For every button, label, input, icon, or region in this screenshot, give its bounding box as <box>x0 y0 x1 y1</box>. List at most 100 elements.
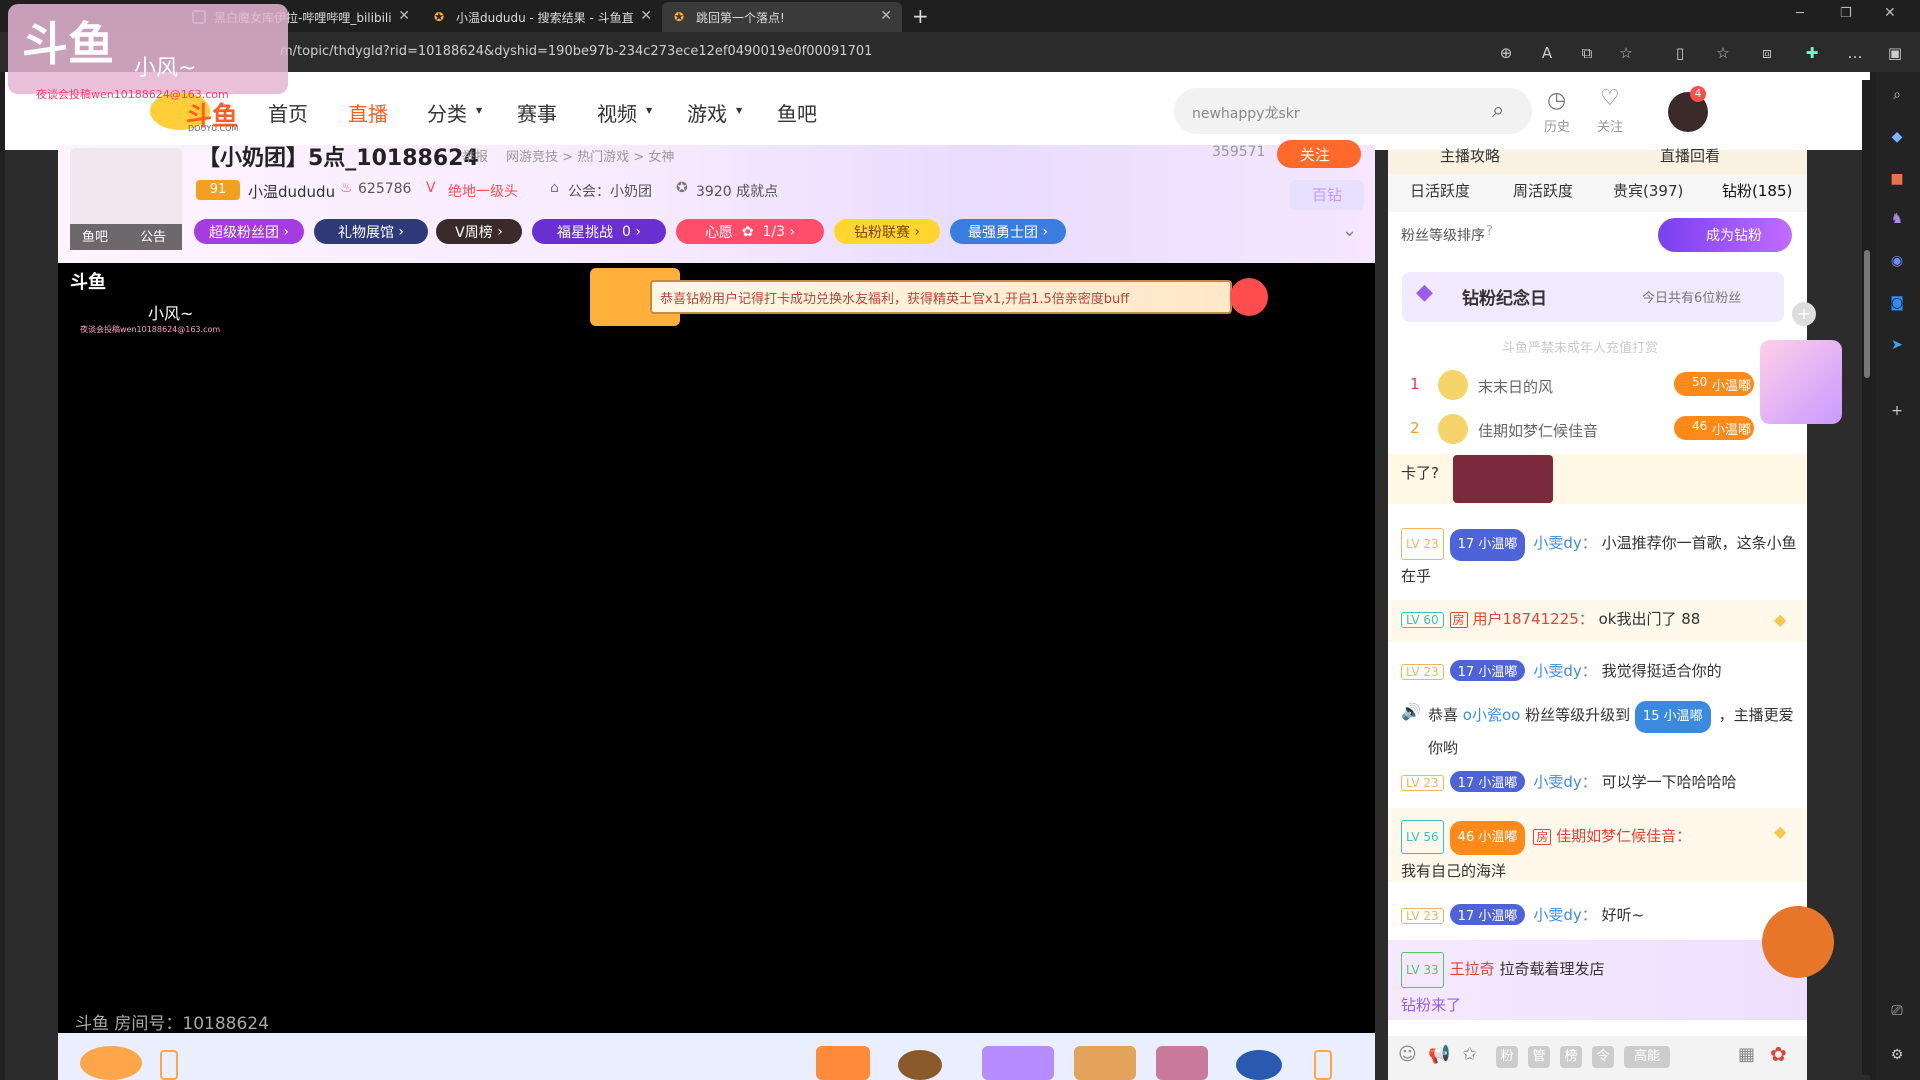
browser-tab[interactable]: ✪ 小温dududu - 搜索结果 - 斗鱼直 ✕ <box>422 2 662 32</box>
settings-icon[interactable]: ⚙ <box>1886 1044 1908 1066</box>
gift-item[interactable] <box>898 1050 942 1080</box>
screenshot-icon[interactable]: ⎚ <box>1886 1000 1908 1022</box>
battle-stats-icon[interactable] <box>1762 906 1834 978</box>
baizuan-badge[interactable]: 百钻 <box>1290 180 1364 210</box>
gift-scroll-left[interactable] <box>160 1050 178 1080</box>
collections-icon[interactable]: ⧈ <box>1758 44 1776 62</box>
fan-toolbar-button[interactable]: 粉 <box>1496 1046 1518 1068</box>
search-icon[interactable]: ⌕ <box>1492 98 1504 123</box>
restore-button[interactable]: ❐ <box>1840 6 1852 21</box>
rank-avatar[interactable] <box>1438 370 1468 400</box>
tab-weekly[interactable]: 周活跃度 <box>1513 180 1573 201</box>
translate-icon[interactable]: ⧉ <box>1578 44 1596 62</box>
report-link[interactable]: 举报 <box>462 146 488 165</box>
add-icon[interactable]: + <box>1792 302 1816 326</box>
close-icon[interactable]: ✕ <box>880 8 892 24</box>
nav-games[interactable]: 游戏 <box>687 98 727 127</box>
nav-category[interactable]: 分类 <box>427 98 467 127</box>
page-scrollbar-thumb[interactable] <box>1864 250 1870 378</box>
gift-icon[interactable] <box>80 1046 142 1080</box>
avatar-yuba-link[interactable]: 鱼吧 <box>82 226 108 245</box>
room-tags[interactable]: 网游竞技 > 热门游戏 > 女神 <box>506 146 674 165</box>
fan-sort-label[interactable]: 粉丝等级排序 <box>1401 225 1485 245</box>
emoji-icon[interactable]: ☺ <box>1398 1044 1417 1065</box>
add-icon[interactable]: + <box>1886 400 1908 422</box>
rank-toolbar-button[interactable]: 榜 <box>1560 1046 1582 1068</box>
high-energy-button[interactable]: 高能 <box>1624 1046 1670 1068</box>
new-tab-button[interactable]: + <box>912 4 929 28</box>
guild-label[interactable]: 公会：小奶团 <box>568 181 652 201</box>
follow-label[interactable]: 关注 <box>1597 116 1623 135</box>
chat-username[interactable]: 王拉奇 <box>1450 960 1495 978</box>
history-icon[interactable]: ◷ <box>1547 88 1566 113</box>
tab-diamond-fans[interactable]: 钻粉(185) <box>1722 180 1792 201</box>
close-icon[interactable]: ✕ <box>398 8 410 24</box>
badge-icon[interactable]: ✩ <box>1462 1044 1477 1065</box>
nav-live[interactable]: 直播 <box>348 98 388 127</box>
nav-yuba[interactable]: 鱼吧 <box>777 98 817 127</box>
favorites-icon[interactable]: ☆ <box>1714 44 1732 62</box>
gift-item[interactable] <box>1236 1050 1282 1080</box>
gift-item[interactable] <box>1156 1046 1208 1080</box>
nav-home[interactable]: 首页 <box>268 98 308 127</box>
filter-icon[interactable]: ▦ <box>1738 1044 1755 1065</box>
gift-item[interactable] <box>1074 1046 1136 1080</box>
sidebar-toggle-icon[interactable]: ▣ <box>1886 44 1904 62</box>
games-icon[interactable]: ♞ <box>1886 208 1908 230</box>
close-icon[interactable]: ✕ <box>640 8 652 24</box>
command-toolbar-button[interactable]: 令 <box>1592 1046 1614 1068</box>
rank-name[interactable]: 佳期如梦仁候佳音 <box>1478 420 1598 441</box>
chat-username[interactable]: 用户18741225： <box>1472 610 1593 628</box>
wish-button[interactable]: 心愿 ✿ 1/3 › <box>676 219 824 244</box>
more-menu-icon[interactable]: … <box>1846 44 1864 62</box>
search-icon[interactable]: ⌕ <box>1886 84 1908 106</box>
minimize-button[interactable]: ─ <box>1796 6 1804 21</box>
manage-toolbar-button[interactable]: 管 <box>1528 1046 1550 1068</box>
chat-username[interactable]: 佳期如梦仁候佳音： <box>1556 827 1691 845</box>
send-icon[interactable]: ➤ <box>1886 334 1908 356</box>
toolbox-icon[interactable]: ■ <box>1886 168 1908 190</box>
favorite-star-icon[interactable]: ☆ <box>1617 44 1635 62</box>
rank-name[interactable]: 末末日的风 <box>1478 376 1553 397</box>
nav-video[interactable]: 视频 <box>597 98 637 127</box>
read-aloud-icon[interactable]: A <box>1538 44 1556 62</box>
video-player[interactable] <box>58 263 1375 1033</box>
gift-scroll-right[interactable] <box>1314 1050 1332 1080</box>
chat-username[interactable]: o小瓷oo <box>1463 706 1521 724</box>
heart-icon[interactable]: ♡ <box>1600 86 1620 111</box>
tag-icon[interactable]: ◆ <box>1886 126 1908 148</box>
streamer-guide-link[interactable]: 主播攻略 <box>1440 145 1500 166</box>
diamond-league-button[interactable]: 钻粉联赛 › <box>834 219 940 244</box>
avatar-notice-link[interactable]: 公告 <box>140 226 166 245</box>
strongest-warrior-button[interactable]: 最强勇士团 › <box>950 219 1066 244</box>
tab-vip[interactable]: 贵宾(397) <box>1613 180 1683 201</box>
chat-username[interactable]: 小雯dy： <box>1533 534 1596 552</box>
streamer-name[interactable]: 小温dududu <box>248 181 335 202</box>
browser-tab-active[interactable]: ✪ 跳回第一个落点! ✕ <box>662 2 902 32</box>
v-weekly-button[interactable]: V周榜 › <box>436 219 522 244</box>
gift-hall-button[interactable]: 礼物展馆 › <box>314 219 428 244</box>
megaphone-icon[interactable]: 📢 <box>1428 1044 1450 1065</box>
super-fan-group-button[interactable]: 超级粉丝团 › <box>194 219 304 244</box>
gift-icon[interactable]: ✿ <box>1770 1042 1787 1066</box>
url-field[interactable]: m/topic/thdygld?rid=10188624&dyshid=190b… <box>280 44 872 59</box>
rank-avatar[interactable] <box>1438 414 1468 444</box>
gift-item[interactable] <box>816 1046 870 1080</box>
nav-events[interactable]: 赛事 <box>517 98 557 127</box>
chat-username[interactable]: 小雯dy： <box>1533 906 1596 924</box>
window-close-button[interactable]: ✕ <box>1884 5 1896 21</box>
gift-item[interactable] <box>982 1046 1054 1080</box>
extension-icon[interactable]: ✚ <box>1803 44 1821 62</box>
split-screen-icon[interactable]: ▯ <box>1671 44 1689 62</box>
copilot-icon[interactable]: ◉ <box>1886 250 1908 272</box>
search-input[interactable]: newhappy龙skr <box>1192 103 1300 123</box>
help-icon[interactable]: ? <box>1486 224 1493 239</box>
replay-link[interactable]: 直播回看 <box>1660 145 1720 166</box>
chat-username[interactable]: 小雯dy： <box>1533 773 1596 791</box>
zoom-icon[interactable]: ⊕ <box>1497 44 1515 62</box>
expand-chevron-icon[interactable]: ⌄ <box>1342 220 1357 241</box>
page-scrollbar[interactable] <box>1862 80 1872 1075</box>
lucky-challenge-button[interactable]: 福星挑战 0 › <box>532 219 666 244</box>
diamond-fan-promo-icon[interactable] <box>1760 340 1842 424</box>
outlook-icon[interactable]: ◙ <box>1886 292 1908 314</box>
